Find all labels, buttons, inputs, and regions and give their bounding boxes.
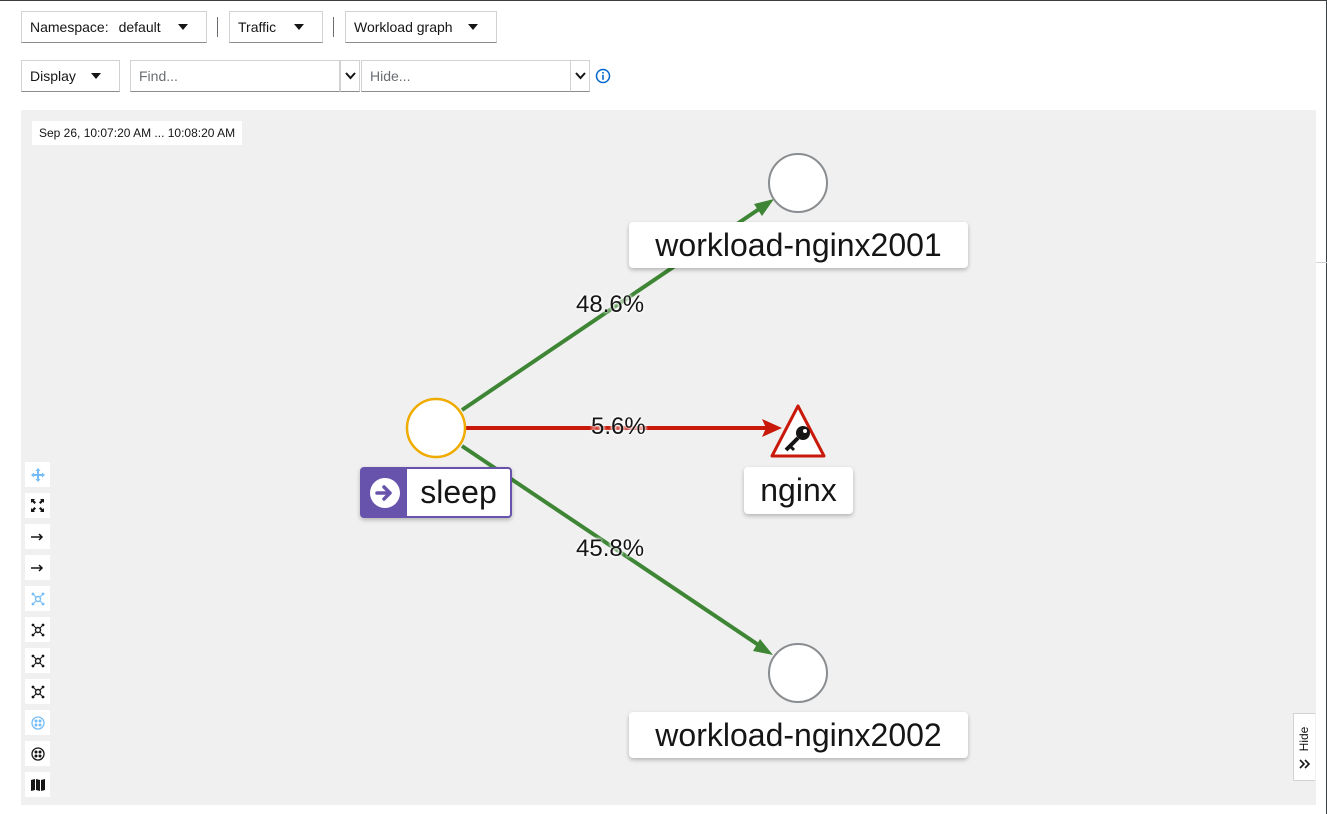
layout-2-button[interactable]: [25, 617, 50, 642]
legend-button[interactable]: [25, 772, 50, 797]
graph-edges: [405, 153, 828, 703]
node-label-sleep[interactable]: sleep: [360, 467, 512, 518]
topology-icon: [31, 623, 44, 636]
arrow-right-icon: [30, 563, 43, 572]
edge-label-workload-nginx2001: 48.6%: [576, 291, 645, 318]
node-workload-nginx2002[interactable]: [768, 643, 828, 703]
node-sleep[interactable]: [405, 397, 467, 459]
layout-top-down-button[interactable]: [25, 555, 50, 580]
expand-icon: [31, 499, 44, 512]
node-label-workload-nginx2002[interactable]: workload-nginx2002: [629, 712, 968, 758]
layout-left-right-button[interactable]: [25, 524, 50, 549]
app-badge: [362, 469, 407, 516]
cluster-box-button[interactable]: [25, 741, 50, 766]
cluster-icon: [30, 746, 45, 761]
node-label-workload-nginx2001[interactable]: workload-nginx2001: [629, 222, 968, 268]
edge-label-nginx: 5.6%: [591, 413, 646, 440]
layout-3-button[interactable]: [25, 648, 50, 673]
hide-label: Hide: [1297, 726, 1311, 752]
node-workload-nginx2001[interactable]: [768, 153, 828, 213]
node-nginx[interactable]: [770, 404, 826, 458]
topology-icon: [31, 685, 44, 698]
arrowhead-icon: [754, 199, 774, 216]
topology-icon: [31, 654, 44, 667]
pan-tool-button[interactable]: [25, 462, 50, 487]
hide-side-panel-button[interactable]: Hide: [1293, 713, 1315, 781]
topology-icon: [31, 592, 44, 605]
angle-double-right-icon: [1299, 759, 1310, 769]
move-icon: [30, 467, 45, 482]
node-label-nginx[interactable]: nginx: [744, 467, 853, 514]
cluster-icon: [30, 715, 45, 730]
namespace-box-button[interactable]: [25, 710, 50, 735]
layout-4-button[interactable]: [25, 679, 50, 704]
layout-1-button[interactable]: [25, 586, 50, 611]
node-label-sleep-text: sleep: [420, 474, 497, 510]
edge-label-workload-nginx2002: 45.8%: [576, 535, 645, 562]
map-icon: [30, 778, 45, 791]
arrow-circle-right-icon: [369, 477, 400, 508]
arrow-right-icon: [30, 532, 43, 541]
zoom-to-fit-button[interactable]: [25, 493, 50, 518]
